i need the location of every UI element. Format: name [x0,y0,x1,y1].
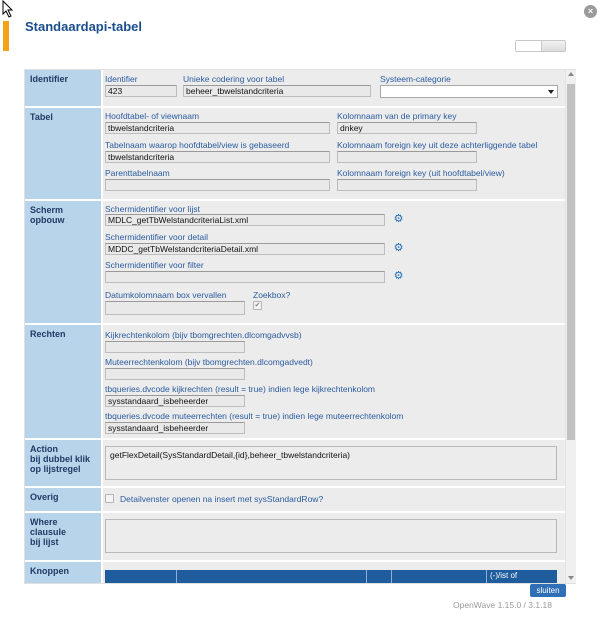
identifier-row: Identifier Identifier 423 Unieke coderin… [25,70,566,108]
tabel-row: Tabel Hoofdtabel- of viewnaam tbwelstand… [25,108,566,201]
scherm-row: Scherm opbouw Schermidentifier voor lijs… [25,201,566,325]
detail-screen-field[interactable]: MDDC_getTbWelstandcriteriaDetail.xml [105,243,385,255]
tabel-section-label: Tabel [25,108,103,199]
toggle-knob [516,41,542,51]
close-icon: × [587,6,594,16]
kijk-rights-field[interactable] [105,341,245,353]
where-section-label: Where clausule bij lijst [25,513,103,560]
scherm-label-line2: opbouw [30,215,65,225]
where-row: Where clausule bij lijst [25,513,566,562]
sluiten-button[interactable]: sluiten [530,584,566,597]
zoekbox-checkbox[interactable]: ✔ [253,301,262,310]
overig-section-label: Overig [25,488,103,511]
muteer-rights-field[interactable] [105,368,245,380]
gear-icon[interactable]: ⚙ [392,270,405,283]
where-textarea[interactable] [105,519,557,553]
scrollbar-thumb[interactable] [567,84,575,440]
scroll-up-icon[interactable] [568,72,574,76]
list-screen-field[interactable]: MDLC_getTbWelstandcriteriaList.xml [105,214,385,226]
category-label: Systeem-categorie [380,74,451,84]
base-table-label: Tabelnaam waarop hoofdtabel/view is geba… [105,140,290,150]
dvcode-muteer-field[interactable]: sysstandaard_isbeheerder [105,422,245,434]
category-select[interactable] [380,85,558,98]
buttons-column-2 [177,570,367,583]
filter-screen-label: Schermidentifier voor filter [105,260,204,270]
action-label-line3: op lijstregel [30,464,81,474]
scherm-label-line1: Scherm [30,205,64,215]
scherm-section-label: Scherm opbouw [25,201,103,323]
rechten-row: Rechten Kijkrechtenkolom (bijv tbomgrech… [25,325,566,440]
buttons-table-header: (-)/ist of [105,570,557,583]
fk-main-label: Kolomnaam foreign key (uit hoofdtabel/vi… [337,168,505,178]
where-label-line3: bij lijst [30,537,59,547]
action-textarea[interactable]: getFlexDetail(SysStandardDetail,{id},beh… [105,446,557,480]
parent-table-label: Parenttabelnaam [105,168,170,178]
muteer-rights-label: Muteerrechtenkolom (bijv tbomgrechten.dl… [105,357,313,367]
identifier-section-label: Identifier [25,70,103,106]
version-text: OpenWave 1.15.0 / 3.1.18 [453,600,552,610]
fk-main-field[interactable] [337,179,477,191]
pk-label: Kolomnaam van de primary key [337,111,457,121]
knoppen-section-label: Knoppen [25,562,103,583]
identifier-label: Identifier [105,74,138,84]
zoekbox-label: Zoekbox? [253,290,291,300]
pk-field[interactable]: dnkey [337,122,477,134]
close-dialog-button[interactable]: × [584,5,597,18]
scroll-down-icon[interactable] [568,576,574,580]
buttons-column-3 [367,570,392,583]
form-scroll-area: Identifier Identifier 423 Unieke coderin… [24,69,576,584]
mouse-cursor-icon [2,0,14,18]
buttons-column-1 [105,570,177,583]
fk-field[interactable] [337,151,477,163]
action-row: Action bij dubbel klik op lijstregel get… [25,440,566,488]
buttons-column-4 [392,570,487,583]
action-section-label: Action bij dubbel klik op lijstregel [25,440,103,486]
action-label-line1: Action [30,444,58,454]
chevron-down-icon [548,90,554,94]
where-label-line1: Where [30,517,58,527]
vertical-scrollbar[interactable] [565,70,576,583]
filter-screen-field[interactable] [105,271,385,283]
detail-after-insert-checkbox[interactable] [105,494,114,503]
code-label: Unieke codering voor tabel [183,74,285,84]
buttons-column-last: (-)/ist of [490,571,518,580]
where-label-line2: clausule [30,527,67,537]
action-label-line2: bij dubbel klik [30,454,91,464]
dvcode-muteer-label: tbqueries.dvcode muteerrechten (result =… [105,411,404,421]
date-column-field[interactable] [105,301,245,315]
dialog-title: Standaardapi-tabel [25,19,143,34]
date-column-label: Datumkolomnaam box vervallen [105,290,227,300]
kijk-rights-label: Kijkrechtenkolom (bijv tbomgrechten.dlco… [105,330,302,340]
gear-icon[interactable]: ⚙ [392,213,405,226]
overig-row: Overig Detailvenster openen na insert me… [25,488,566,513]
detail-after-insert-label: Detailvenster openen na insert met sysSt… [120,494,324,504]
identifier-field[interactable]: 423 [105,85,177,97]
base-table-field[interactable]: tbwelstandcriteria [105,151,330,163]
parent-table-field[interactable] [105,179,330,191]
detail-screen-label: Schermidentifier voor detail [105,232,208,242]
rechten-section-label: Rechten [25,325,103,438]
fk-label: Kolomnaam foreign key uit deze achterlig… [337,140,538,150]
knoppen-row: Knoppen (-)/ist of [25,562,566,583]
dvcode-kijk-field[interactable]: sysstandaard_isbeheerder [105,395,245,407]
title-accent-bar [3,21,9,51]
main-table-field[interactable]: tbwelstandcriteria [105,122,330,134]
code-field[interactable]: beheer_tbwelstandcriteria [183,85,371,97]
gear-icon[interactable]: ⚙ [392,242,405,255]
main-table-label: Hoofdtabel- of viewnaam [105,111,200,121]
view-toggle-switch[interactable] [515,40,566,52]
list-screen-label: Schermidentifier voor lijst [105,204,200,214]
dvcode-kijk-label: tbqueries.dvcode kijkrechten (result = t… [105,384,376,394]
